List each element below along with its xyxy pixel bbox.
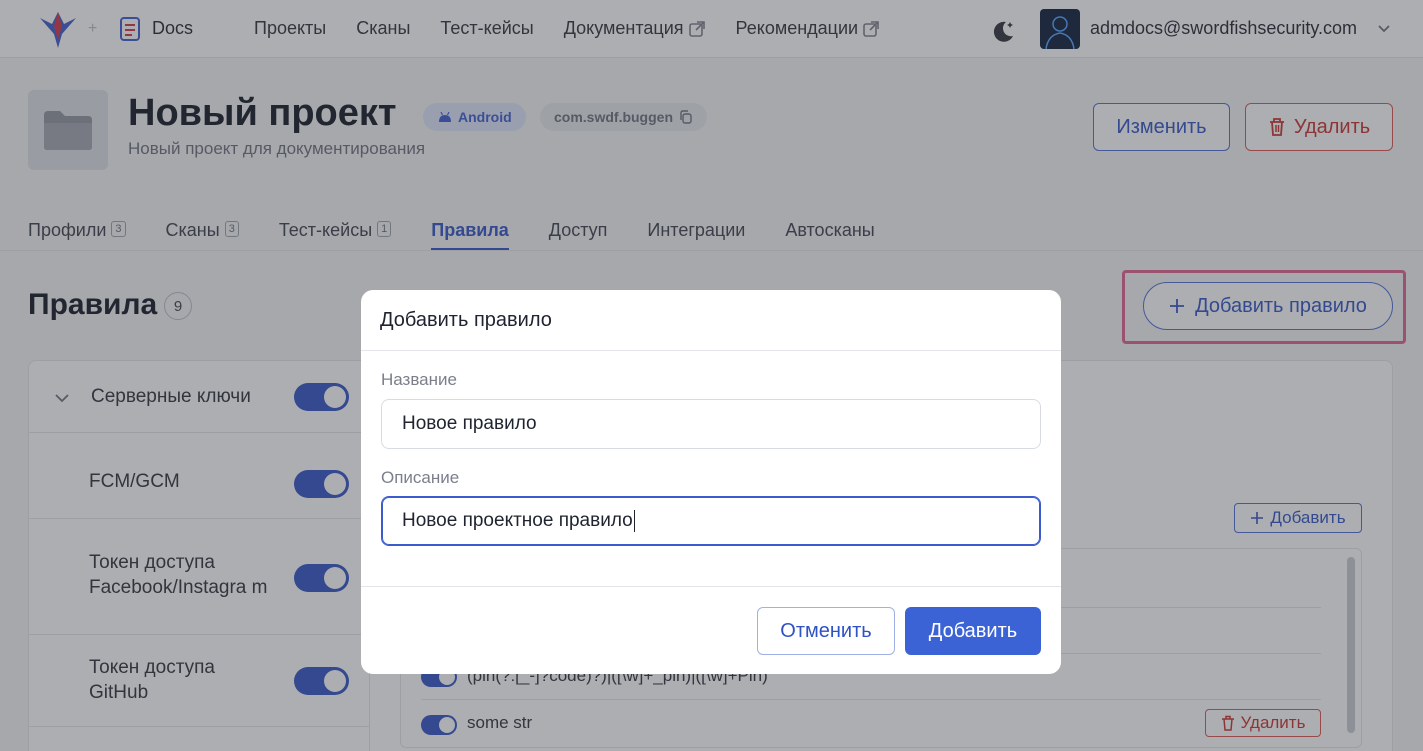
name-input-value: Новое правило xyxy=(402,413,537,434)
description-input-value: Новое проектное правило xyxy=(402,510,633,531)
cancel-button[interactable]: Отменить xyxy=(757,607,895,655)
description-field-label: Описание xyxy=(381,468,460,487)
text-caret xyxy=(633,510,635,532)
add-rule-dialog: Добавить правило Название Новое правило … xyxy=(361,290,1061,674)
description-input[interactable]: Новое проектное правило xyxy=(381,496,1041,546)
dialog-divider xyxy=(361,586,1061,587)
dialog-divider xyxy=(361,350,1061,351)
name-input[interactable]: Новое правило xyxy=(381,399,1041,449)
submit-add-button[interactable]: Добавить xyxy=(905,607,1041,655)
dialog-title: Добавить правило xyxy=(380,309,552,331)
name-field-label: Название xyxy=(381,370,457,389)
